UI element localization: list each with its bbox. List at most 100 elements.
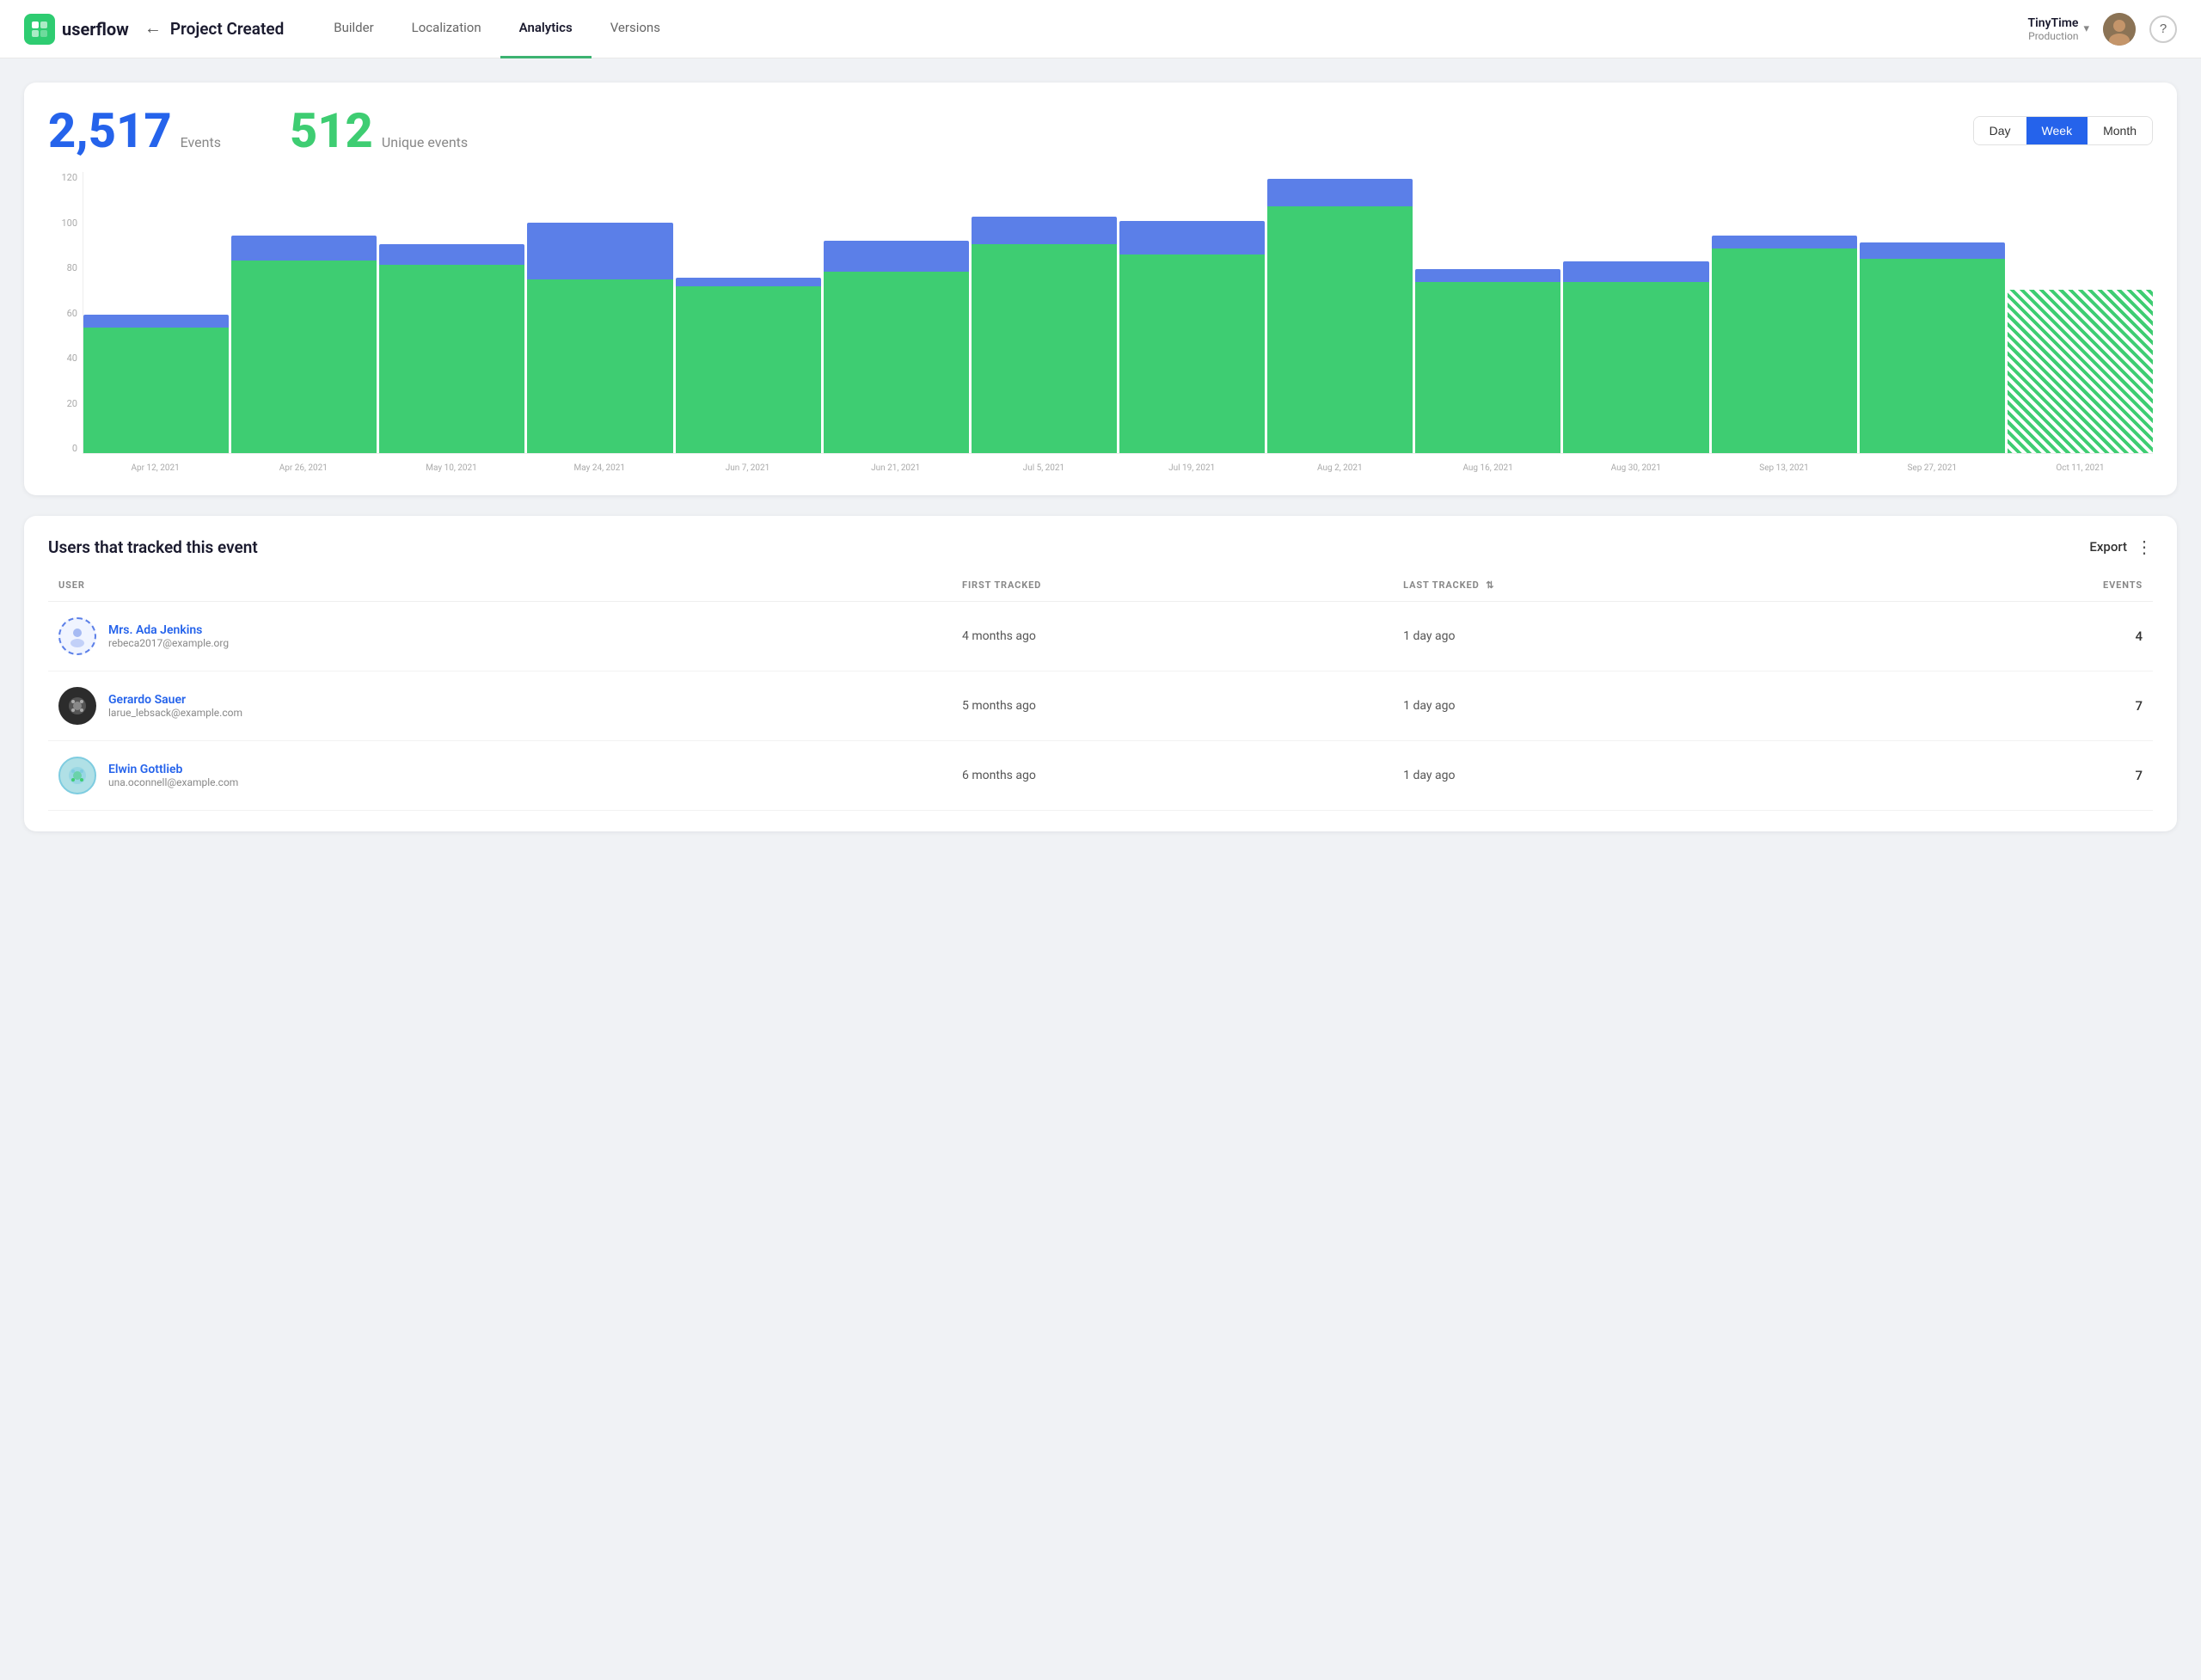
user-info: Elwin Gottlieb una.oconnell@example.com <box>108 763 238 788</box>
header-right: TinyTime Production ▾ ? <box>2028 13 2177 46</box>
table-row: Gerardo Sauer larue_lebsack@example.com … <box>48 671 2153 741</box>
bar-segment-top <box>972 217 1117 244</box>
x-label: May 10, 2021 <box>378 463 524 473</box>
month-button[interactable]: Month <box>2088 117 2152 144</box>
account-switcher[interactable]: TinyTime Production ▾ <box>2028 16 2089 42</box>
chevron-down-icon: ▾ <box>2083 22 2089 35</box>
avatar <box>58 687 96 725</box>
users-table-body: Mrs. Ada Jenkins rebeca2017@example.org … <box>48 602 2153 811</box>
bar-segment-bottom <box>379 265 524 453</box>
back-button[interactable]: ← <box>144 19 162 39</box>
tab-versions[interactable]: Versions <box>592 0 679 58</box>
user-info: Gerardo Sauer larue_lebsack@example.com <box>108 693 242 719</box>
last-tracked-cell: 1 day ago <box>1393 671 1887 741</box>
time-period-selector: Day Week Month <box>1973 116 2153 145</box>
header: userflow ← Project Created Builder Local… <box>0 0 2201 58</box>
col-events: EVENTS <box>1887 574 2153 602</box>
logo-text: userflow <box>62 19 129 40</box>
x-label: Aug 16, 2021 <box>1415 463 1560 473</box>
tab-builder[interactable]: Builder <box>315 0 392 58</box>
logo-area: userflow <box>24 14 129 45</box>
user-name[interactable]: Mrs. Ada Jenkins <box>108 623 229 637</box>
bar-group <box>676 172 821 453</box>
bar-group <box>1712 172 1857 453</box>
x-label: Sep 13, 2021 <box>1711 463 1856 473</box>
events-cell: 7 <box>1887 741 2153 811</box>
events-cell: 7 <box>1887 671 2153 741</box>
logo-icon <box>24 14 55 45</box>
y-label-20: 20 <box>48 398 83 409</box>
y-axis: 0 20 40 60 80 100 120 <box>48 172 83 454</box>
bar-group <box>379 172 524 453</box>
export-button[interactable]: Export <box>2089 539 2127 555</box>
user-email: una.oconnell@example.com <box>108 776 238 788</box>
user-email: larue_lebsack@example.com <box>108 707 242 719</box>
bar-segment-bottom <box>972 244 1117 453</box>
bar-group <box>1563 172 1708 453</box>
nav-tabs: Builder Localization Analytics Versions <box>315 0 2027 58</box>
day-button[interactable]: Day <box>1974 117 2026 144</box>
bar-chart: 0 20 40 60 80 100 120 Apr 12, 2021Apr 26… <box>48 172 2153 481</box>
col-last-tracked: LAST TRACKED ⇅ <box>1393 574 1887 602</box>
chart-bars <box>83 172 2153 454</box>
last-tracked-cell: 1 day ago <box>1393 741 1887 811</box>
x-labels: Apr 12, 2021Apr 26, 2021May 10, 2021May … <box>83 454 2153 481</box>
y-label-120: 120 <box>48 172 83 183</box>
x-label: Apr 12, 2021 <box>83 463 228 473</box>
x-label: Apr 26, 2021 <box>230 463 376 473</box>
y-label-100: 100 <box>48 218 83 229</box>
x-label: Jun 21, 2021 <box>823 463 968 473</box>
avatar <box>58 617 96 655</box>
unique-events-stat: 512 Unique events <box>290 107 468 155</box>
x-label: Sep 27, 2021 <box>1860 463 2005 473</box>
stats-row: 2,517 Events 512 Unique events Day Week … <box>48 107 2153 155</box>
bar-segment-bottom <box>1119 254 1265 453</box>
user-name[interactable]: Gerardo Sauer <box>108 693 242 707</box>
sort-icon[interactable]: ⇅ <box>1486 579 1494 591</box>
bar-group <box>231 172 377 453</box>
bar-segment-top <box>231 236 377 261</box>
users-table-card: Users that tracked this event Export ⋮ U… <box>24 516 2177 831</box>
user-name[interactable]: Elwin Gottlieb <box>108 763 238 776</box>
more-options-button[interactable]: ⋮ <box>2136 536 2153 557</box>
events-count: 2,517 <box>48 107 172 155</box>
bar-group <box>1860 172 2005 453</box>
bar-group <box>972 172 1117 453</box>
bar-segment-top <box>1119 221 1265 254</box>
x-label: May 24, 2021 <box>527 463 672 473</box>
bar-group <box>1119 172 1265 453</box>
first-tracked-cell: 5 months ago <box>952 671 1393 741</box>
account-name: TinyTime <box>2028 16 2079 30</box>
chart-card: 2,517 Events 512 Unique events Day Week … <box>24 83 2177 495</box>
users-card-title: Users that tracked this event <box>48 537 258 557</box>
events-label: Events <box>181 134 221 150</box>
first-tracked-cell: 6 months ago <box>952 741 1393 811</box>
user-cell: Mrs. Ada Jenkins rebeca2017@example.org <box>48 602 952 671</box>
last-tracked-cell: 1 day ago <box>1393 602 1887 671</box>
help-button[interactable]: ? <box>2149 15 2177 43</box>
user-info: Mrs. Ada Jenkins rebeca2017@example.org <box>108 623 229 649</box>
tab-localization[interactable]: Localization <box>393 0 500 58</box>
tab-analytics[interactable]: Analytics <box>500 0 592 58</box>
y-label-0: 0 <box>48 443 83 454</box>
x-label: Oct 11, 2021 <box>2008 463 2153 473</box>
bar-segment-top <box>1712 236 1857 248</box>
user-cell: Gerardo Sauer larue_lebsack@example.com <box>48 671 952 741</box>
bar-segment-bottom <box>527 279 672 453</box>
bar-group <box>83 172 229 453</box>
avatar <box>58 757 96 794</box>
bar-segment-bottom <box>83 328 229 453</box>
bar-segment-top <box>1860 242 2005 259</box>
week-button[interactable]: Week <box>2026 117 2088 144</box>
users-card-header: Users that tracked this event Export ⋮ <box>48 536 2153 557</box>
users-table: USER FIRST TRACKED LAST TRACKED ⇅ EVENTS… <box>48 574 2153 811</box>
x-label: Jul 19, 2021 <box>1119 463 1265 473</box>
account-env: Production <box>2028 30 2079 42</box>
avatar[interactable] <box>2103 13 2136 46</box>
user-cell: Elwin Gottlieb una.oconnell@example.com <box>48 741 952 811</box>
bar-segment-top <box>1563 261 1708 282</box>
x-label: Jun 7, 2021 <box>675 463 820 473</box>
bar-segment-bottom <box>1563 282 1708 453</box>
bar-segment-bottom <box>1415 282 1560 453</box>
bar-group <box>1267 172 1413 453</box>
